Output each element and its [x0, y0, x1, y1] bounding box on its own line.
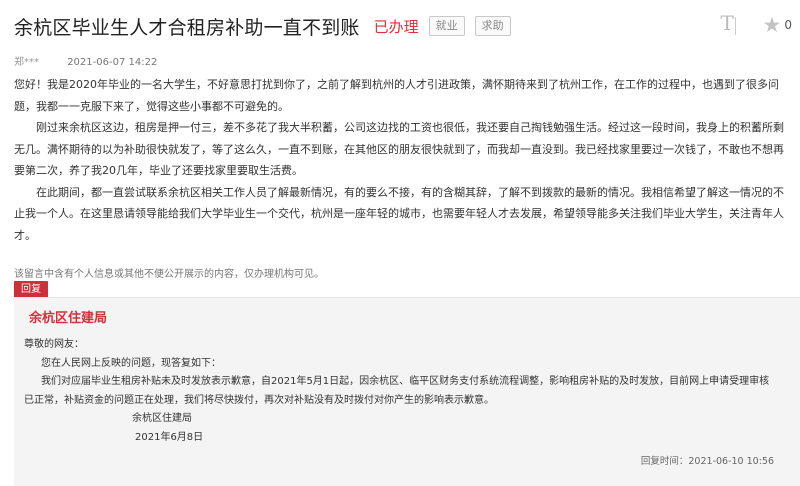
- toolbar: T ★ 0: [721, 11, 792, 37]
- reply-sign-date: 2021年6月8日: [135, 431, 204, 443]
- page-title: 余杭区毕业生人才合租房补助一直不到账: [14, 16, 360, 39]
- reply-signature: 余杭区住建局: [132, 413, 192, 424]
- post-date: 2021-06-07 14:22: [67, 57, 158, 68]
- privacy-notice: 该留言中含有个人信息或其他不便公开展示的内容，仅办理机构可见。: [14, 269, 324, 280]
- reply-text: 我们对应届毕业生租房补贴未及时发放表示歉意，自2021年5月1日起，因余杭区、临…: [24, 376, 770, 406]
- post-paragraph: 在此期间，都一直尝试联系余杭区相关工作人员了解最新情况，有的要么不接，有的含糊其…: [14, 185, 784, 242]
- tag-employment[interactable]: 就业: [428, 16, 465, 36]
- post-meta: 郑*** 2021-06-07 14:22: [14, 53, 157, 68]
- post-content: 您好！我是2020年毕业的一名大学生，不好意思打扰到你了，之前了解到杭州的人才引…: [14, 74, 792, 246]
- post-paragraph: 刚过来余杭区这边，租房是押一付三，差不多花了我大半积蓄，公司这边找的工资也很低，…: [14, 121, 784, 177]
- reply-body: 尊敬的网友： 您在人民网上反映的问题，现答复如下： 我们对应届毕业生租房补贴未及…: [24, 336, 774, 447]
- reply-time: 回复时间：2021-06-10 10:56: [640, 456, 774, 467]
- star-icon[interactable]: ★: [763, 14, 782, 36]
- reply-intro: 您在人民网上反映的问题，现答复如下：: [41, 357, 221, 369]
- star-count: 0: [784, 18, 792, 32]
- status-label: 已办理: [373, 17, 419, 36]
- reply-greeting: 尊敬的网友：: [24, 339, 84, 350]
- author-name: 郑***: [14, 57, 39, 68]
- reply-department: 余杭区住建局: [29, 311, 108, 326]
- font-size-icon[interactable]: T: [721, 11, 743, 37]
- title-row: 余杭区毕业生人才合租房补助一直不到账 已办理 就业 求助: [14, 11, 511, 41]
- post-paragraph: 您好！我是2020年毕业的一名大学生，不好意思打扰到你了，之前了解到杭州的人才引…: [14, 78, 779, 113]
- tag-help[interactable]: 求助: [474, 16, 511, 36]
- reply-panel: 余杭区住建局 尊敬的网友： 您在人民网上反映的问题，现答复如下： 我们对应届毕业…: [14, 297, 800, 486]
